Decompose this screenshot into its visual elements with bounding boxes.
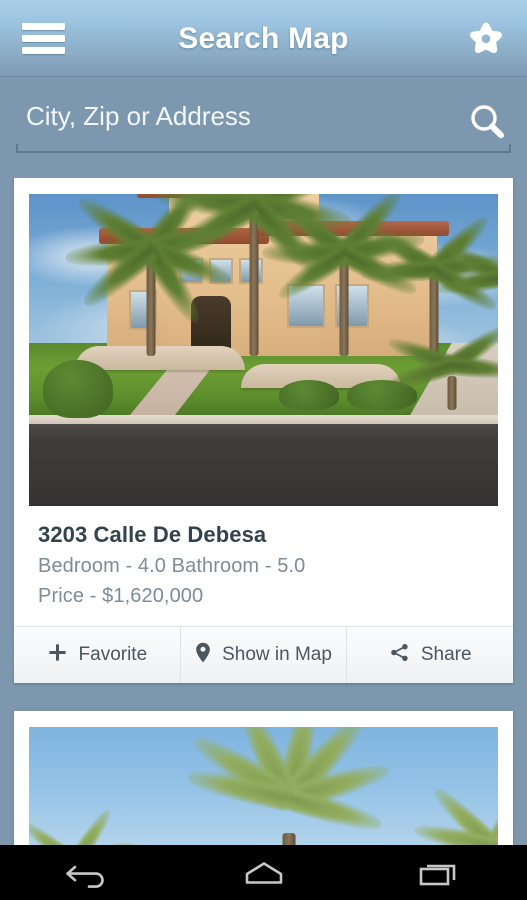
favorite-button[interactable]: Favorite xyxy=(14,627,180,683)
listing-card[interactable]: 3203 Calle De Debesa Bedroom - 4.0 Bathr… xyxy=(14,178,513,683)
share-label: Share xyxy=(420,644,472,665)
page-title: Search Map xyxy=(178,21,349,55)
curb xyxy=(29,415,498,424)
recents-icon[interactable] xyxy=(351,857,527,889)
show-in-map-button[interactable]: Show in Map xyxy=(179,627,347,683)
search-input[interactable] xyxy=(26,96,446,136)
listing-price: Price - $1,620,000 xyxy=(38,585,204,607)
map-pin-icon xyxy=(195,642,211,669)
plus-icon xyxy=(47,642,68,669)
app-screen: Search Map City, Zip or Address 3203 Cal… xyxy=(0,0,527,900)
shrub xyxy=(43,360,113,418)
share-button[interactable]: Share xyxy=(346,627,513,683)
search-icon[interactable] xyxy=(465,100,509,144)
back-icon[interactable] xyxy=(0,857,176,889)
home-icon[interactable] xyxy=(176,857,352,889)
share-icon xyxy=(389,642,410,669)
android-navigation-bar xyxy=(0,845,527,900)
listing-beds-baths: Bedroom - 4.0 Bathroom - 5.0 xyxy=(38,555,306,577)
star-icon[interactable] xyxy=(464,17,508,61)
listing-card[interactable] xyxy=(14,711,513,845)
listing-scroll-area[interactable]: 3203 Calle De Debesa Bedroom - 4.0 Bathr… xyxy=(0,178,527,845)
palm-tree xyxy=(184,727,393,845)
show-in-map-label: Show in Map xyxy=(222,644,332,665)
palm-trunk xyxy=(447,376,457,410)
listing-photo-frame xyxy=(14,711,513,845)
favorite-label: Favorite xyxy=(78,644,148,665)
listing-photo xyxy=(29,194,498,506)
app-bar: Search Map xyxy=(0,0,527,77)
listing-address: 3203 Calle De Debesa xyxy=(38,522,267,547)
palm-tree xyxy=(29,805,137,845)
listing-photo xyxy=(29,727,498,845)
search-field-tick xyxy=(509,144,511,153)
palm-tree xyxy=(385,319,498,410)
road xyxy=(29,424,498,506)
palm-trunk xyxy=(282,833,296,845)
listing-details: 3203 Calle De Debesa Bedroom - 4.0 Bathr… xyxy=(14,506,513,626)
palm-tree xyxy=(412,769,498,845)
palm-trunk xyxy=(249,216,259,356)
shrub xyxy=(279,380,339,410)
listing-action-bar: Favorite Show in Map Share xyxy=(14,626,513,683)
listing-photo-frame xyxy=(14,178,513,506)
